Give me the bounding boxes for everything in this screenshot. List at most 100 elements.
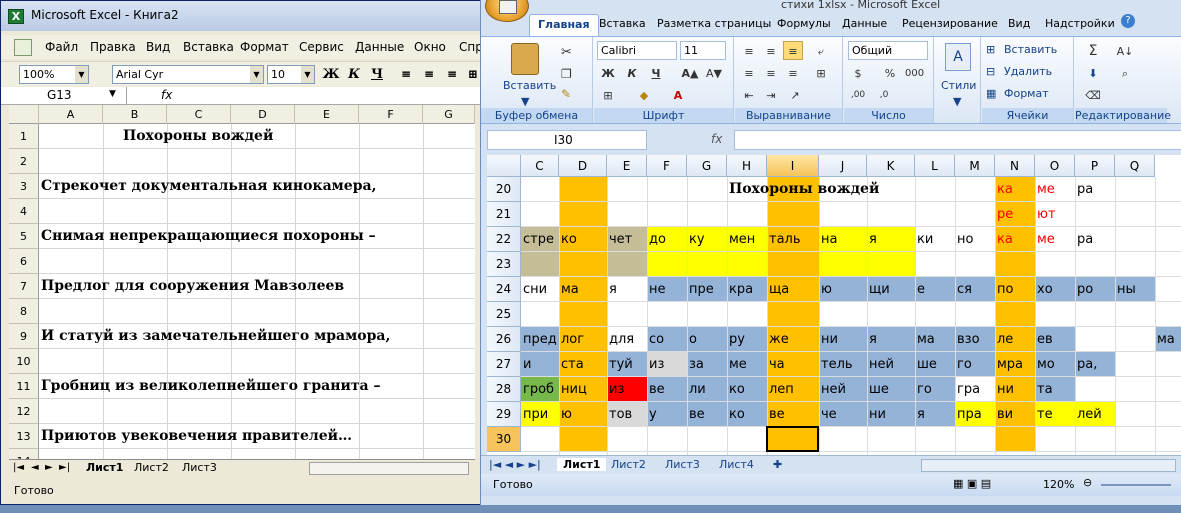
cell-text[interactable]: ра	[1075, 230, 1093, 250]
formula-input[interactable]	[734, 130, 1181, 150]
prev-sheet-icon[interactable]: ◄	[31, 462, 39, 473]
cell-text[interactable]: ра,	[1075, 355, 1097, 375]
find-select-icon[interactable]: ⌕	[1115, 63, 1135, 82]
cell-text[interactable]: ны	[1115, 280, 1136, 300]
clear-icon[interactable]: ⌫	[1083, 85, 1103, 104]
cell-text[interactable]: гроб	[521, 380, 554, 400]
cell-text[interactable]: ле	[995, 330, 1013, 350]
cell-text[interactable]: ма	[559, 280, 579, 300]
row-header[interactable]: 7	[9, 274, 39, 299]
wrap-text-icon[interactable]: ⤶	[811, 41, 831, 60]
select-all[interactable]	[9, 105, 39, 124]
row-header[interactable]: 28	[487, 377, 521, 402]
selected-cell[interactable]	[766, 426, 819, 452]
cell-text[interactable]: ше	[867, 380, 889, 400]
menu-view[interactable]: Вид	[146, 40, 170, 54]
styles-button[interactable]: Стили	[941, 79, 976, 92]
currency-button[interactable]: $	[848, 63, 868, 82]
col-header[interactable]: P	[1075, 155, 1115, 177]
cell-text[interactable]: пре	[687, 280, 714, 300]
font-size-combo[interactable]: 11	[680, 41, 726, 60]
format-cells-button[interactable]: Формат	[1004, 87, 1049, 100]
cell-text[interactable]: ю	[559, 405, 572, 425]
horizontal-scrollbar[interactable]	[309, 462, 469, 475]
row-header[interactable]: 23	[487, 252, 521, 277]
cell-text[interactable]: из	[607, 380, 624, 400]
format-painter-icon[interactable]: ✎	[561, 87, 571, 101]
cell-text[interactable]: я	[607, 280, 617, 300]
cell-text[interactable]: для	[607, 330, 634, 350]
cell-text[interactable]: ма	[1155, 330, 1175, 350]
horizontal-scrollbar[interactable]	[921, 459, 1176, 472]
thousands-button[interactable]: 000	[904, 63, 924, 82]
col-header[interactable]: L	[915, 155, 955, 177]
cell-text[interactable]: ве	[767, 405, 785, 425]
delete-cells-button[interactable]: Удалить	[1004, 65, 1052, 78]
cell-text[interactable]: ста	[559, 355, 584, 375]
merge-center-icon[interactable]: ⊞	[811, 63, 831, 82]
cut-icon[interactable]: ✂	[561, 45, 572, 60]
row-header[interactable]: 2	[9, 149, 39, 174]
col-header[interactable]: D	[231, 105, 295, 124]
tab-insert[interactable]: Вставка	[599, 17, 646, 30]
decrease-indent-icon[interactable]: ⇤	[739, 85, 759, 104]
cell-text[interactable]: щи	[867, 280, 890, 300]
cell-text[interactable]: го	[915, 380, 932, 400]
menu-window[interactable]: Окно	[414, 40, 446, 54]
row-header[interactable]: 22	[487, 227, 521, 252]
cell-text[interactable]: ев	[1035, 330, 1053, 350]
col-header[interactable]: G	[687, 155, 727, 177]
cell-text[interactable]: ней	[819, 380, 846, 400]
tab-sheet4[interactable]: Лист4	[719, 458, 754, 471]
row-header[interactable]: 29	[487, 402, 521, 427]
insert-cells-button[interactable]: Вставить	[1004, 43, 1057, 56]
cell-text[interactable]: ве	[687, 405, 705, 425]
cell-text[interactable]: по	[995, 280, 1013, 300]
zoom-combo[interactable]: 100% ▼	[19, 65, 89, 84]
cell-text[interactable]: при	[521, 405, 548, 425]
row-header[interactable]: 8	[9, 299, 39, 324]
font-size-combo[interactable]: 10 ▼	[267, 65, 315, 84]
row-header[interactable]: 12	[9, 399, 39, 424]
align-top-icon[interactable]: ≡	[739, 41, 759, 60]
tab-sheet2[interactable]: Лист2	[134, 461, 169, 474]
sheet-nav-icon[interactable]: |◄ ◄ ► ►|	[489, 458, 541, 471]
align-right-icon[interactable]: ≡	[442, 65, 462, 84]
cell-text[interactable]: ма	[915, 330, 935, 350]
cell-text[interactable]: туй	[607, 355, 633, 375]
row-header[interactable]: 6	[9, 249, 39, 274]
menu-tools[interactable]: Сервис	[299, 40, 344, 54]
increase-indent-icon[interactable]: ⇥	[761, 85, 781, 104]
menu-data[interactable]: Данные	[355, 40, 404, 54]
cell-text[interactable]: но	[955, 230, 973, 250]
paste-button[interactable]: Вставить	[503, 79, 556, 92]
zoom-slider[interactable]	[1101, 484, 1171, 486]
cell-text[interactable]: го	[955, 355, 972, 375]
cell-text[interactable]: тель	[819, 355, 853, 375]
cell-text[interactable]: же	[767, 330, 789, 350]
col-header[interactable]: I	[767, 155, 819, 177]
cell-text[interactable]: ниц	[559, 380, 587, 400]
tab-data[interactable]: Данные	[842, 17, 887, 30]
row-header[interactable]: 4	[9, 199, 39, 224]
fill-color-icon[interactable]: ◆	[634, 85, 654, 104]
cell-text[interactable]: ку	[687, 230, 705, 250]
row-header[interactable]: 14	[9, 449, 39, 459]
col-header[interactable]: Q	[1115, 155, 1155, 177]
tab-sheet3[interactable]: Лист3	[665, 458, 700, 471]
cell-text[interactable]: стре	[521, 230, 554, 250]
cell-text[interactable]: хо	[1035, 280, 1053, 300]
grow-font-icon[interactable]: A▲	[680, 63, 700, 82]
cell-text[interactable]: ко	[727, 380, 745, 400]
align-right-icon[interactable]: ≡	[783, 63, 803, 82]
col-header[interactable]: K	[867, 155, 915, 177]
cell-text[interactable]: че	[819, 405, 837, 425]
new-sheet-icon[interactable]: ✚	[773, 458, 782, 471]
font-name-combo[interactable]: Calibri	[597, 41, 677, 60]
cell-text[interactable]: ней	[867, 355, 894, 375]
cell-text[interactable]: сни	[521, 280, 547, 300]
col-header[interactable]: C	[167, 105, 231, 124]
col-header[interactable]: A	[39, 105, 103, 124]
cell-text[interactable]: ме	[727, 355, 747, 375]
tab-sheet1[interactable]: Лист1	[86, 461, 123, 474]
